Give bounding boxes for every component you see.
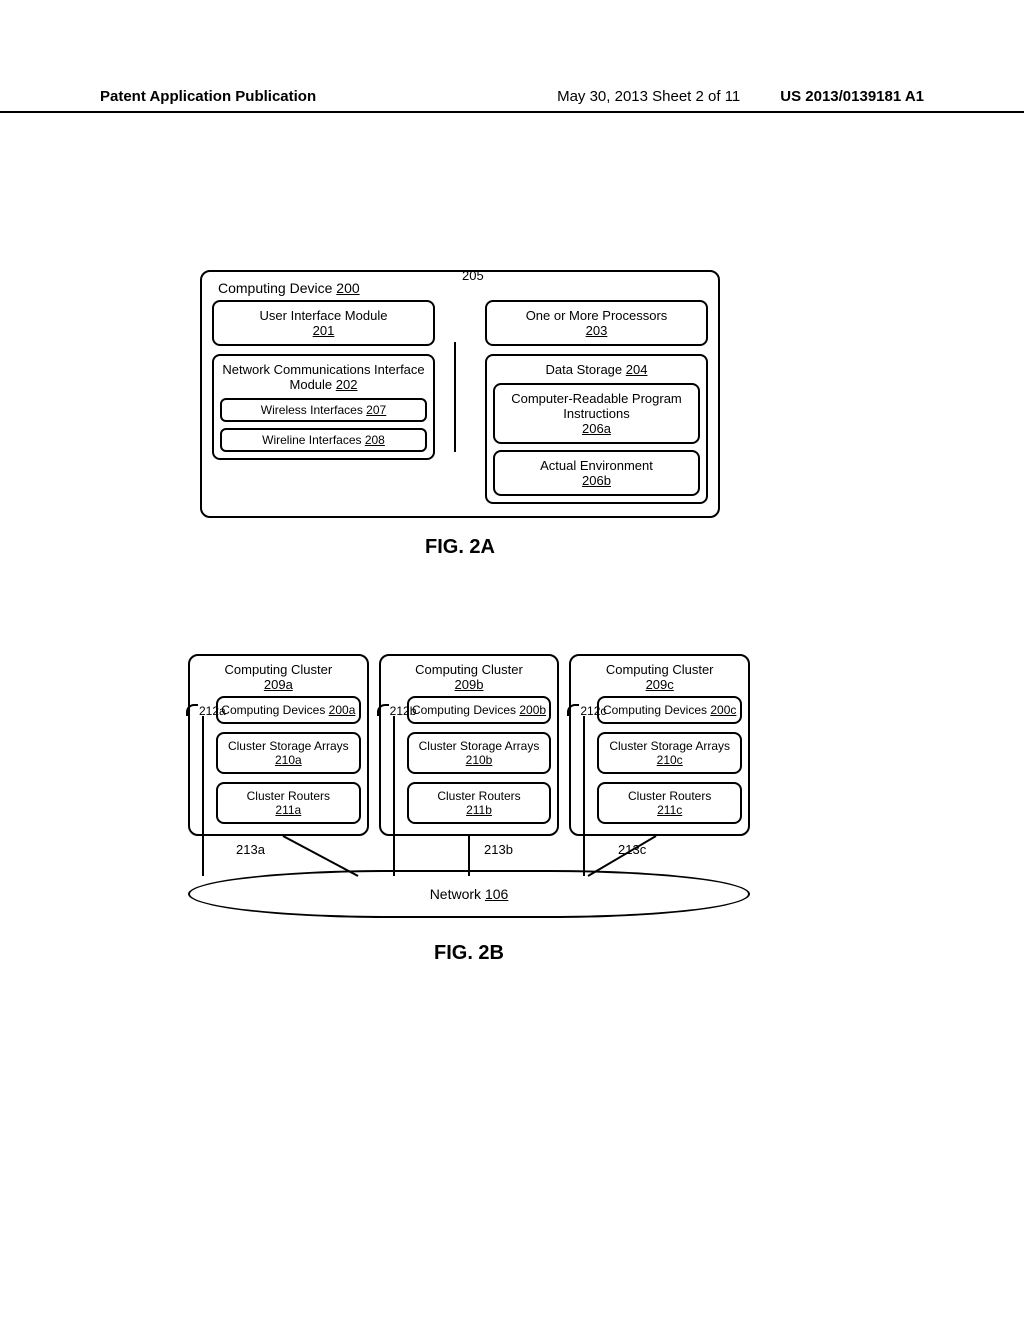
- wireless-interfaces-box: Wireless Interfaces 207: [220, 398, 427, 422]
- ref: 209b: [455, 677, 484, 692]
- cluster-routers-box: Cluster Routers211a: [216, 782, 361, 824]
- label: Wireline Interfaces: [262, 433, 365, 447]
- computing-devices-box: Computing Devices 200b: [407, 696, 552, 724]
- data-storage-box: Data Storage 204 Computer-Readable Progr…: [485, 354, 708, 504]
- cluster-bus-label: 212b: [377, 704, 417, 718]
- label: Network Communications Interface Module: [222, 362, 424, 392]
- label: User Interface Module: [260, 308, 388, 323]
- network-communications-box: Network Communications Interface Module …: [212, 354, 435, 460]
- ref: 200: [336, 280, 359, 296]
- label: Computing Cluster: [415, 662, 523, 677]
- label: Actual Environment: [540, 458, 653, 473]
- right-column: One or More Processors203 Data Storage 2…: [485, 300, 708, 504]
- label: Computing Devices: [221, 703, 328, 717]
- ref: 201: [313, 323, 335, 338]
- program-instructions-box: Computer-Readable Program Instructions20…: [493, 383, 700, 444]
- cluster-routers-box: Cluster Routers211b: [407, 782, 552, 824]
- label: Computing Device: [218, 280, 336, 296]
- computing-cluster-a: Computing Cluster209a 212a Computing Dev…: [188, 654, 369, 836]
- label: Cluster Storage Arrays: [419, 739, 540, 753]
- wireline-interfaces-box: Wireline Interfaces 208: [220, 428, 427, 452]
- cluster-routers-box: Cluster Routers211c: [597, 782, 742, 824]
- data-storage-title: Data Storage 204: [493, 362, 700, 377]
- cluster-storage-box: Cluster Storage Arrays 210a: [216, 732, 361, 774]
- ref: 202: [336, 377, 358, 392]
- label: Cluster Storage Arrays: [228, 739, 349, 753]
- cluster-title: Computing Cluster209c: [577, 662, 742, 692]
- label: Cluster Routers: [437, 789, 520, 803]
- bus-vertical-line: [454, 342, 456, 452]
- ref: 211a: [275, 803, 301, 817]
- connector-lines: [188, 836, 750, 876]
- ref: 200a: [329, 703, 356, 717]
- cluster-bus-label: 212c: [567, 704, 606, 718]
- header-pubnum: US 2013/0139181 A1: [780, 88, 924, 105]
- bus-ref: 205: [462, 268, 484, 283]
- label: Wireless Interfaces: [261, 403, 366, 417]
- label: Cluster Storage Arrays: [609, 739, 730, 753]
- ref: 204: [626, 362, 648, 377]
- network-ref: 106: [485, 886, 508, 902]
- ref: 203: [586, 323, 608, 338]
- ref: 206b: [582, 473, 611, 488]
- figure-2a-caption: FIG. 2A: [200, 536, 720, 559]
- link-label-a: 213a: [236, 842, 265, 857]
- figure-2a: Computing Device 200 205 User Interface …: [200, 270, 720, 559]
- cluster-title: Computing Cluster209b: [387, 662, 552, 692]
- link-label-c: 213c: [618, 842, 646, 857]
- ref: 209c: [646, 677, 674, 692]
- label: Cluster Routers: [247, 789, 330, 803]
- ref: 211b: [466, 803, 492, 817]
- computing-device-box: Computing Device 200 205 User Interface …: [200, 270, 720, 518]
- label: Cluster Routers: [628, 789, 711, 803]
- computing-cluster-c: Computing Cluster209c 212c Computing Dev…: [569, 654, 750, 836]
- ref: 208: [365, 433, 385, 447]
- network-cloud: Network 106: [188, 870, 750, 918]
- ref: 200b: [519, 703, 546, 717]
- ref: 210a: [275, 753, 302, 767]
- computing-devices-box: Computing Devices 200a: [216, 696, 361, 724]
- ref: 207: [366, 403, 386, 417]
- page: Patent Application Publication May 30, 2…: [0, 0, 1024, 1320]
- figure-2b-caption: FIG. 2B: [188, 942, 750, 965]
- label: Computing Devices: [412, 703, 519, 717]
- ref: 200c: [710, 703, 736, 717]
- link-label-b: 213b: [484, 842, 513, 857]
- computing-cluster-b: Computing Cluster209b 212b Computing Dev…: [379, 654, 560, 836]
- processors-box: One or More Processors203: [485, 300, 708, 346]
- cluster-storage-box: Cluster Storage Arrays 210b: [407, 732, 552, 774]
- page-header: Patent Application Publication May 30, 2…: [0, 88, 1024, 113]
- label: Computing Cluster: [225, 662, 333, 677]
- bus-ref-label: 205: [462, 268, 484, 283]
- clusters-row: Computing Cluster209a 212a Computing Dev…: [188, 654, 750, 836]
- link-labels-row: 213a 213b 213c: [188, 836, 750, 870]
- ref: 210c: [657, 753, 683, 767]
- left-column: User Interface Module201 Network Communi…: [212, 300, 435, 460]
- header-publication: Patent Application Publication: [100, 88, 557, 105]
- label: One or More Processors: [526, 308, 668, 323]
- figure-2b: Computing Cluster209a 212a Computing Dev…: [188, 654, 750, 965]
- ref: 211c: [657, 803, 682, 817]
- cluster-title: Computing Cluster209a: [196, 662, 361, 692]
- user-interface-module-box: User Interface Module201: [212, 300, 435, 346]
- label: Computer-Readable Program Instructions: [511, 391, 682, 421]
- netcom-title: Network Communications Interface Module …: [220, 362, 427, 392]
- computing-devices-box: Computing Devices 200c: [597, 696, 742, 724]
- ref: 209a: [264, 677, 293, 692]
- cluster-bus-label: 212a: [186, 704, 226, 718]
- cluster-storage-box: Cluster Storage Arrays 210c: [597, 732, 742, 774]
- ref: 206a: [582, 421, 611, 436]
- label: Computing Cluster: [606, 662, 714, 677]
- ref: 210b: [466, 753, 493, 767]
- header-date-sheet: May 30, 2013 Sheet 2 of 11: [557, 88, 740, 105]
- actual-environment-box: Actual Environment206b: [493, 450, 700, 496]
- network-label: Network: [430, 886, 481, 902]
- label: Data Storage: [546, 362, 626, 377]
- label: Computing Devices: [603, 703, 710, 717]
